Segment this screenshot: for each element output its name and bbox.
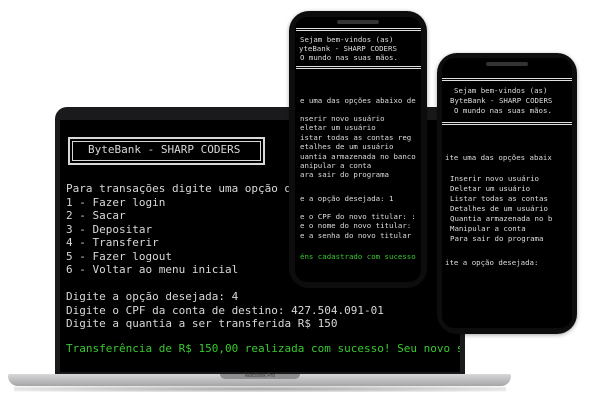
menu-item-withdraw: 2 - Sacar [66, 209, 126, 222]
success-message: Transferência de R$ 150,00 realizada com… [66, 342, 460, 355]
name-input-line: e o nome do novo titular: [300, 221, 412, 231]
header-rule-top-2 [296, 30, 421, 31]
phone-terminal-screen: Sejam bem-vindos (as) ByteBank - SHARP C… [442, 58, 572, 328]
menu-item-balance: uantia armazenada no banco [300, 151, 416, 161]
menu-item-list: istar todas as contas reg [300, 132, 412, 142]
header-rule-bottom-2 [296, 68, 421, 69]
cpf-input-line: e o CPF do novo titular: : [300, 212, 416, 221]
menu-prompt: ite uma das opções abaix [445, 153, 552, 162]
menu-item-exit: ara sair do programa [300, 170, 389, 180]
tagline-line: O mundo nas suas mãos. [454, 106, 552, 115]
success-message: éns cadastrado com sucesso [300, 252, 416, 261]
transaction-prompt: Para transações digite uma opção de 1 [66, 182, 312, 195]
bank-name-line: yteBank - SHARP CODERS [299, 44, 397, 53]
menu-item-login: 1 - Fazer login [66, 195, 166, 209]
menu-item-transfer: 4 - Transferir [66, 236, 159, 249]
menu-item-insert: Inserir novo usuário [450, 174, 539, 183]
app-title: ByteBank - SHARP CODERS [88, 143, 241, 156]
menu-item-details: etalhes de um usuário [300, 142, 394, 152]
header-rule-top-2 [442, 80, 572, 81]
menu-item-details: Detalhes de um usuário [450, 204, 548, 213]
phone-speaker [337, 20, 379, 24]
header-rule-bottom [442, 122, 572, 123]
bank-name-line: ByteBank - SHARP CODERS [450, 96, 553, 105]
password-input-line: e a senha do novo titular [300, 230, 412, 240]
header-rule-bottom-2 [442, 124, 572, 125]
option-line: Digite a opção desejada: 4 [66, 290, 239, 303]
option-line: e a opção desejada: 1 [300, 194, 394, 203]
option-line: ite a opção desejada: [445, 258, 539, 267]
phone-terminal-screen: Sejam bem-vindos (as) yteBank - SHARP CO… [295, 17, 421, 282]
cpf-line: Digite o CPF da conta de destino: 427.50… [66, 303, 384, 317]
menu-item-list: Listar todas as contas [450, 194, 548, 203]
menu-prompt: e uma das opções abaixo de [300, 96, 416, 105]
menu-item-delete: Deletar um usuário [450, 184, 531, 193]
menu-item-delete: eletar um usuário [300, 123, 376, 133]
header-rule-top [296, 28, 421, 29]
welcome-line: Sejam bem-vindos (as) [300, 35, 394, 44]
menu-item-manage: anipular a conta [300, 161, 372, 170]
header-rule-bottom [296, 66, 421, 67]
phone-speaker [486, 62, 528, 66]
welcome-line: Sejam bem-vindos (as) [454, 86, 548, 95]
menu-item-exit: Para sair do programa [450, 234, 544, 243]
menu-item-insert: nserir novo usuário [300, 114, 385, 123]
menu-item-back: 6 - Voltar ao menu inicial [66, 263, 239, 276]
laptop-shadow [14, 386, 506, 392]
menu-item-balance: Quantia armazenada no b [450, 214, 553, 223]
header-rule-top [442, 78, 572, 79]
menu-item-deposit: 3 - Depositar [66, 222, 153, 236]
menu-item-manage: Manipular a conta [450, 224, 526, 233]
tagline-line: O mundo nas suas mãos. [300, 53, 398, 62]
menu-item-logout: 5 - Fazer logout [66, 249, 172, 263]
laptop-brand-label: MacBook Pro [244, 373, 275, 379]
amount-line: Digite a quantia a ser transferida R$ 15… [66, 317, 338, 330]
